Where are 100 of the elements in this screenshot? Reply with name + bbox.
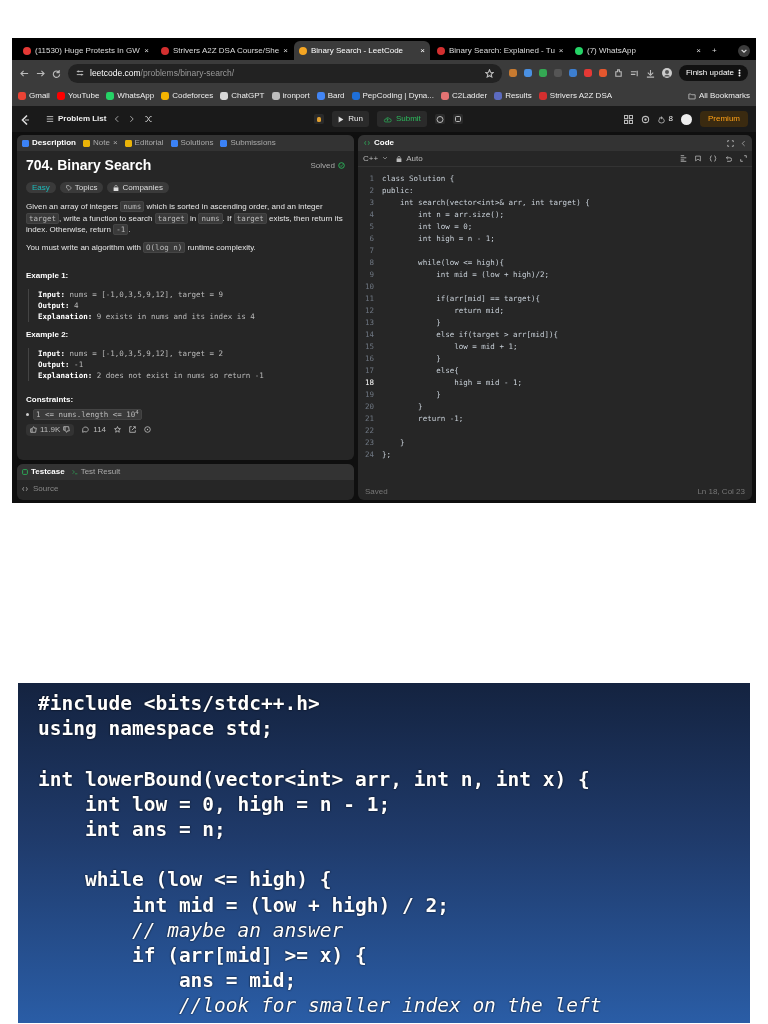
comments-button[interactable]: 114 (82, 425, 107, 435)
cloud-upload-icon (382, 115, 392, 123)
next-icon[interactable] (129, 115, 137, 123)
media-icon[interactable] (629, 68, 639, 78)
list-icon (46, 115, 54, 123)
bookmark-star-icon[interactable] (484, 68, 494, 78)
previous-icon[interactable] (114, 115, 122, 123)
problem-title: 704. Binary Search (26, 157, 152, 174)
new-tab-button[interactable]: + (712, 46, 717, 56)
all-bookmarks[interactable]: All Bookmarks (687, 91, 750, 101)
reset-icon[interactable] (725, 155, 732, 162)
browser-tab[interactable]: Binary Search - LeetCode × (294, 41, 430, 60)
example-heading: Example 1: (26, 271, 70, 281)
mode-label: Auto (396, 153, 423, 164)
bookmark[interactable]: Codeforces (161, 91, 214, 101)
code-line: // maybe an answer (130, 917, 345, 943)
tag[interactable]: Companies (107, 181, 169, 194)
code-line: using namespace std; (38, 716, 274, 742)
close-button[interactable]: × (420, 45, 425, 56)
code-line: int ans = n; (83, 816, 227, 843)
comment-icon (82, 426, 90, 434)
layout-icon[interactable] (623, 114, 633, 124)
code-icon (21, 485, 29, 492)
code-line: int lowerBound(vector<int> arr, int n, int x) { (38, 766, 591, 792)
note-icon[interactable] (452, 114, 463, 124)
update-button[interactable]: Finish update (678, 65, 748, 81)
terminal-icon (71, 469, 78, 475)
reload-icon[interactable] (52, 68, 61, 78)
panel-tab[interactable]: Note × (83, 138, 118, 148)
menu-icon (738, 69, 741, 77)
panel-tab[interactable]: Editorial (124, 138, 164, 148)
panel-tab[interactable]: Solutions (170, 138, 214, 148)
browser-tab[interactable]: Strivers A2Z DSA Course/She × (156, 41, 292, 60)
code-line: #include <bits/stdc++.h> (38, 691, 321, 717)
panel-tab[interactable]: Testcase (22, 467, 65, 477)
caret-icon (382, 156, 389, 161)
bookmark[interactable]: WhatsApp (106, 91, 155, 101)
logo-icon (20, 113, 30, 125)
panel-tab[interactable]: Test Result (71, 467, 121, 477)
run-button[interactable]: Run (332, 111, 369, 127)
thumbs-down-icon (63, 426, 71, 434)
bookmark[interactable]: ChatGPT (220, 91, 265, 101)
browser-tab[interactable]: (11530) Huge Protests In GW × (18, 41, 154, 60)
tag[interactable]: Easy (26, 181, 56, 194)
profile-avatar-icon[interactable] (661, 68, 672, 78)
forward-icon[interactable] (36, 68, 45, 78)
code-line: while (low <= high) { (83, 867, 333, 893)
solved-status: Solved (310, 160, 345, 171)
language-dropdown[interactable]: C++ (363, 153, 389, 164)
shuffle-icon[interactable] (144, 115, 154, 123)
braces-icon[interactable] (709, 155, 717, 162)
download-icon[interactable] (645, 68, 655, 78)
tag[interactable]: Topics (59, 181, 104, 194)
constraints-heading: Constraints: (26, 394, 75, 405)
folder-icon (687, 92, 696, 100)
panel-tab[interactable]: Code (363, 138, 394, 148)
format-icon[interactable] (680, 155, 687, 162)
bookmark[interactable]: ironport (271, 91, 310, 101)
extensions-icon[interactable] (613, 68, 623, 78)
like-button[interactable]: 11.9K (26, 424, 75, 436)
collapse-icon[interactable] (741, 139, 747, 147)
code-icon (363, 140, 371, 146)
panel-tab[interactable]: Description (22, 138, 76, 148)
bullet-icon (26, 413, 29, 417)
bookmark[interactable]: Strivers A2Z DSA (538, 91, 613, 101)
close-button[interactable]: × (558, 45, 564, 56)
address-bar[interactable]: leetcode.com/problems/binary-search/ (68, 63, 502, 83)
share-icon[interactable] (129, 426, 137, 434)
back-icon[interactable] (20, 68, 29, 78)
bookmark-icon[interactable] (695, 155, 701, 162)
bookmark[interactable]: C2Ladder (441, 91, 488, 101)
close-button[interactable]: × (144, 45, 149, 56)
browser-tab[interactable]: (7) WhatsApp × (570, 41, 706, 60)
bookmark[interactable]: Gmail (18, 91, 50, 101)
bookmark[interactable]: Bard (316, 91, 345, 101)
tab-list-icon[interactable] (738, 45, 750, 57)
streak-counter[interactable]: 8 (657, 114, 673, 124)
problem-list-link[interactable]: Problem List (46, 114, 107, 124)
submit-button[interactable]: Submit (376, 111, 427, 127)
premium-button[interactable]: Premium (700, 111, 748, 127)
avatar-icon[interactable] (681, 113, 692, 125)
example-heading: Example 2: (26, 330, 70, 340)
panel-tab[interactable]: Submissions (220, 138, 276, 148)
expand-icon[interactable] (740, 155, 747, 162)
star-icon[interactable] (114, 426, 122, 434)
source-tab[interactable]: Source (17, 480, 354, 494)
code-line: ans = mid; (177, 968, 298, 994)
close-button[interactable]: × (283, 45, 288, 56)
fullscreen-icon[interactable] (727, 139, 734, 147)
bookmark[interactable]: Results (494, 91, 532, 101)
bookmark[interactable]: YouTube (56, 91, 100, 101)
browser-tab[interactable]: Binary Search: Explained - Tu × (432, 41, 568, 60)
bookmark[interactable]: PepCoding | Dyna... (351, 91, 434, 101)
close-button[interactable]: × (696, 45, 701, 56)
lock-icon (113, 184, 120, 191)
lock-icon (396, 155, 403, 162)
code-line: //look for smaller index on the left (177, 993, 603, 1019)
play-icon (338, 115, 345, 123)
tag-icon (65, 184, 72, 191)
debug-icon[interactable] (314, 114, 325, 124)
